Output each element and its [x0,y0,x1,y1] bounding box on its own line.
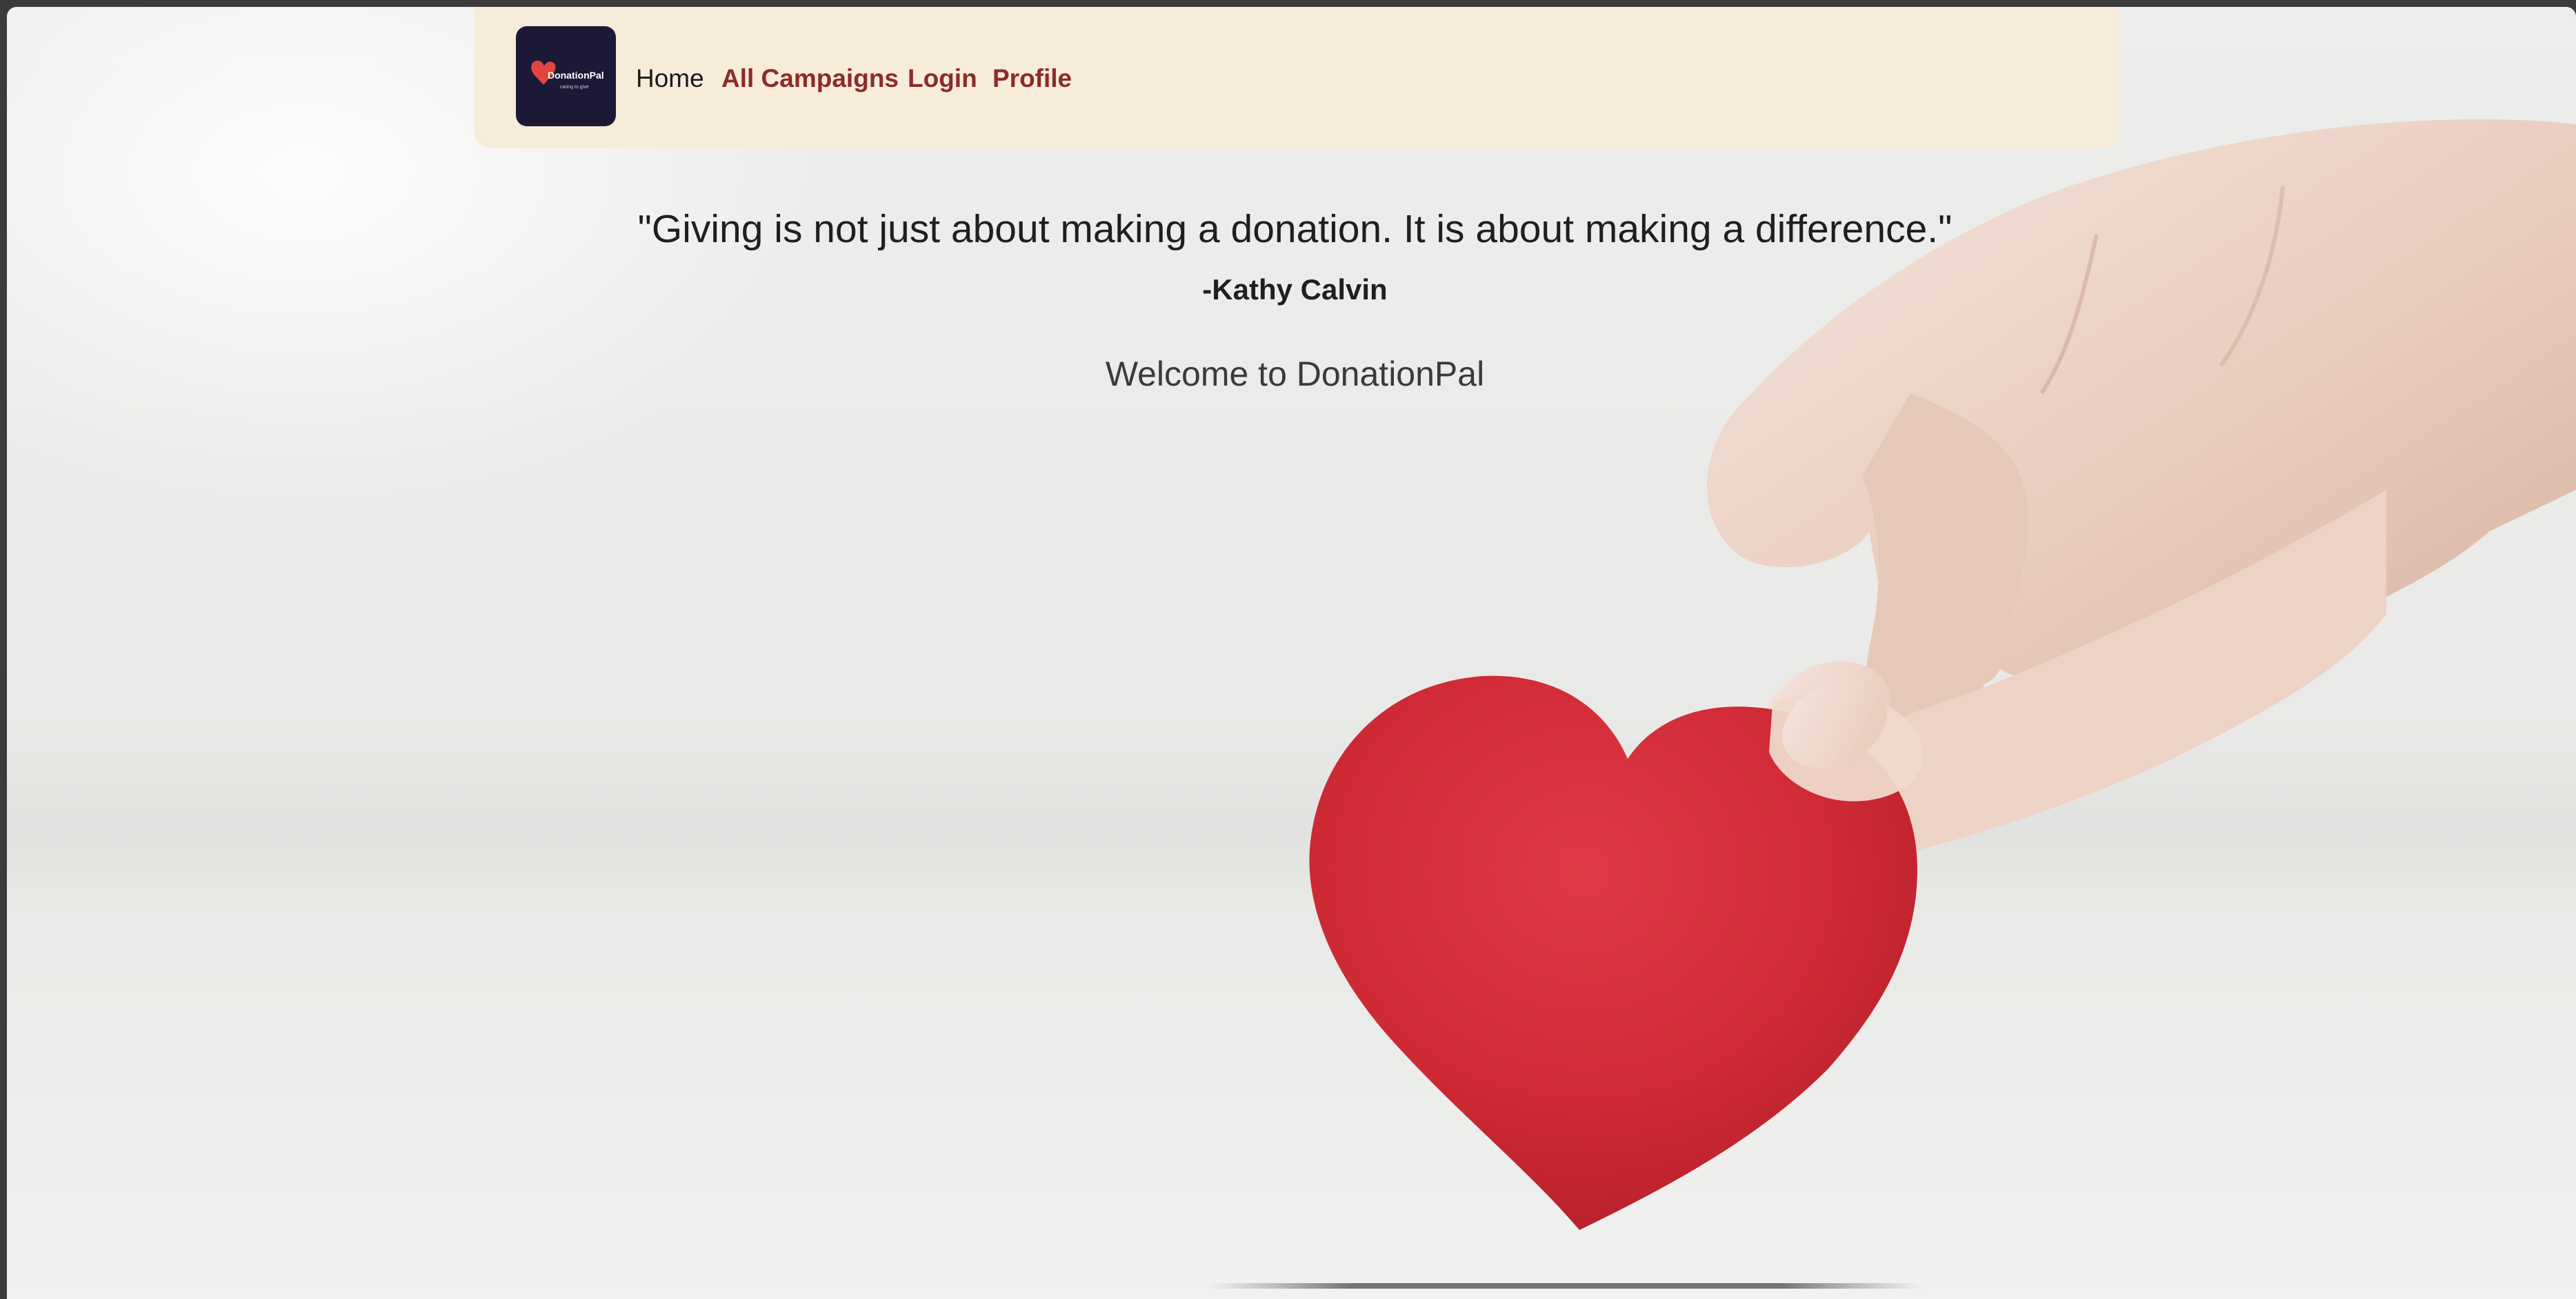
top-navbar: DonationPal caring to give Home All Camp… [475,7,2119,148]
svg-text:DonationPal: DonationPal [548,70,604,81]
welcome-heading: Welcome to DonationPal [1105,355,1485,393]
nav-all-campaigns-link[interactable]: All Campaigns [721,63,899,94]
donationpal-logo[interactable]: DonationPal caring to give [516,26,616,126]
nav-login-link[interactable]: Login [908,63,977,94]
svg-text:caring to give: caring to give [560,85,589,90]
quote-author: -Kathy Calvin [1202,273,1388,306]
nav-home-link[interactable]: Home [636,63,704,94]
hero-image [1207,119,2576,1289]
browser-viewport: DonationPal caring to give Home All Camp… [7,7,2576,1299]
hero-quote: "Giving is not just about making a donat… [637,207,1953,251]
nav-profile-link[interactable]: Profile [992,63,1072,94]
